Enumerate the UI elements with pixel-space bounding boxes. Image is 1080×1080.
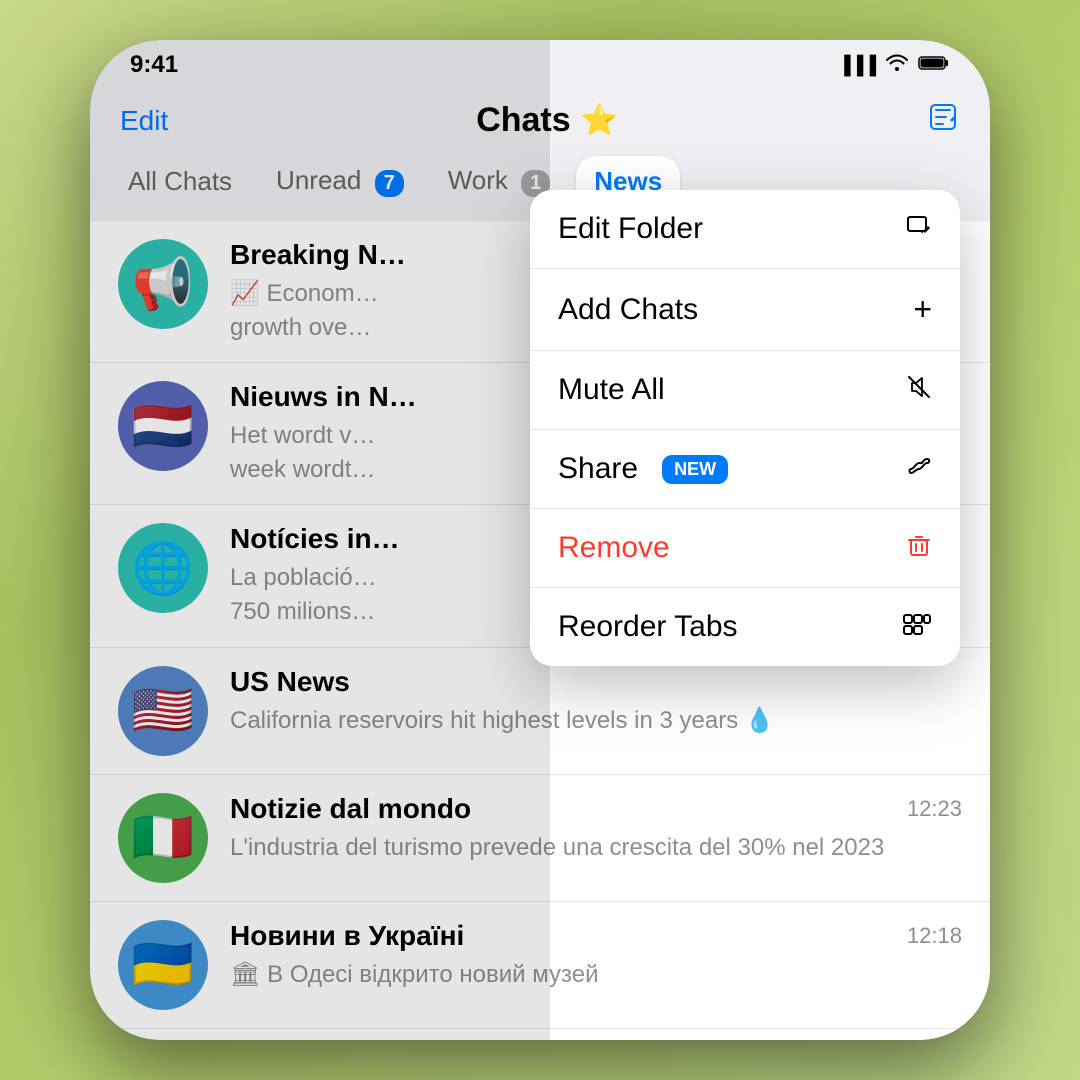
phone-screen: 9:41 ▐▐▐ [90, 40, 990, 1040]
context-menu-overlay: Edit Folder Add Chats + Mute All [90, 40, 990, 1040]
mute-all-icon [906, 374, 932, 407]
share-label: Share [558, 452, 638, 486]
share-icon [906, 453, 932, 486]
edit-folder-icon [906, 213, 932, 246]
share-item-left: Share NEW [558, 452, 728, 486]
menu-item-reorder-tabs[interactable]: Reorder Tabs [530, 588, 960, 666]
add-chats-icon: + [913, 291, 932, 328]
edit-folder-label: Edit Folder [558, 212, 703, 246]
remove-icon [906, 532, 932, 565]
reorder-tabs-label: Reorder Tabs [558, 610, 738, 644]
new-badge: NEW [662, 455, 728, 484]
context-menu: Edit Folder Add Chats + Mute All [530, 190, 960, 666]
phone-frame: 9:41 ▐▐▐ [90, 40, 990, 1040]
menu-item-remove[interactable]: Remove [530, 509, 960, 588]
menu-item-add-chats[interactable]: Add Chats + [530, 269, 960, 351]
menu-item-edit-folder[interactable]: Edit Folder [530, 190, 960, 269]
remove-label: Remove [558, 531, 670, 565]
menu-item-share[interactable]: Share NEW [530, 430, 960, 509]
reorder-tabs-icon [902, 611, 932, 644]
menu-item-mute-all[interactable]: Mute All [530, 351, 960, 430]
add-chats-label: Add Chats [558, 293, 698, 327]
mute-all-label: Mute All [558, 373, 665, 407]
